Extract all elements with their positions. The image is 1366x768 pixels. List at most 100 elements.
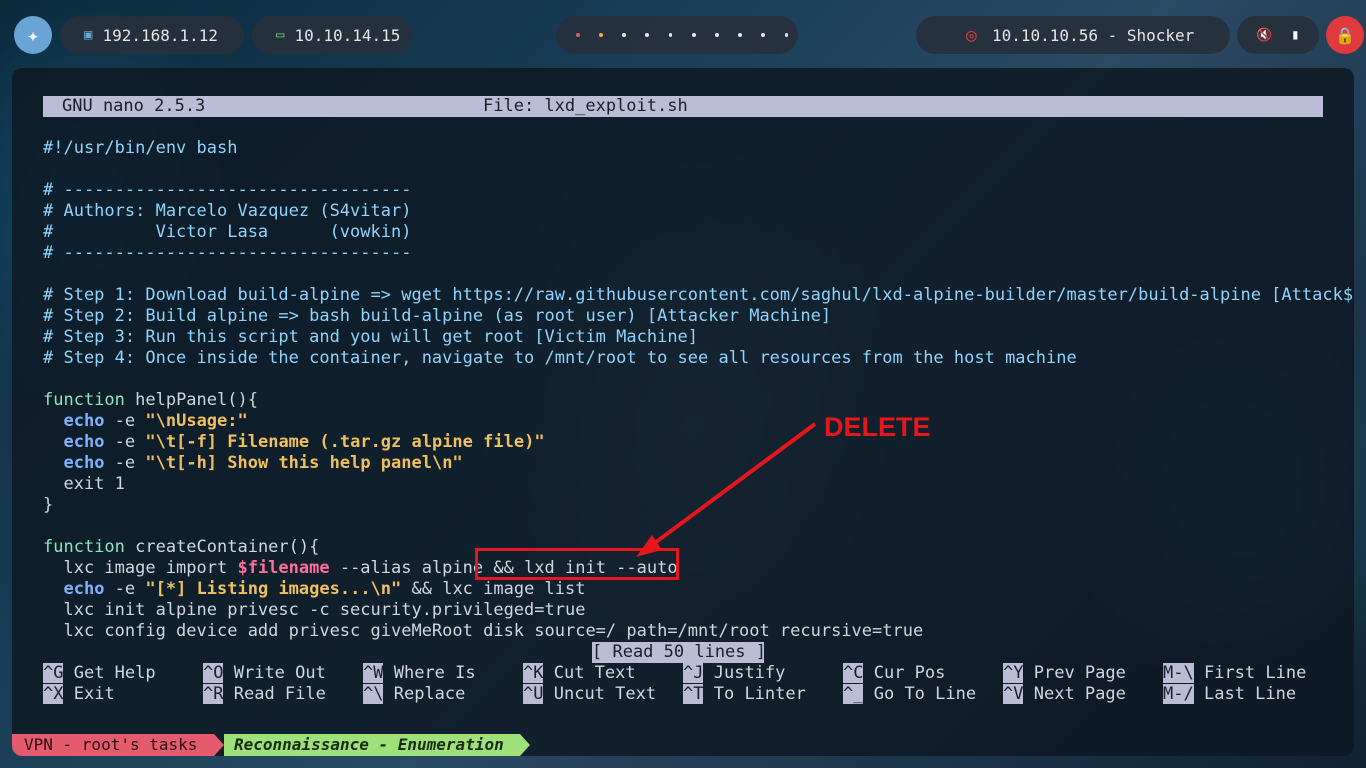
function-name: helpPanel(){ bbox=[124, 390, 258, 410]
keyword: function bbox=[43, 537, 125, 557]
code-line: echo -e "\nUsage:" bbox=[43, 411, 247, 432]
code-line: exit 1 bbox=[43, 474, 125, 494]
top-bar: ✦ ▣ 192.168.1.12 ▭ 10.10.14.15 ◎ 10.10.1… bbox=[0, 0, 1366, 68]
workspace-dot-2[interactable] bbox=[598, 33, 603, 37]
shortcut-label: Write Out bbox=[233, 663, 326, 683]
shortcut-key: ^R bbox=[203, 684, 224, 704]
powerline-separator bbox=[520, 734, 530, 756]
shortcut-label: Justify bbox=[713, 663, 786, 683]
shortcut-write-out[interactable]: ^O Write Out bbox=[203, 663, 326, 684]
shortcut-label: Replace bbox=[393, 684, 466, 704]
shortcut-next-page[interactable]: ^V Next Page bbox=[1003, 684, 1126, 705]
monitor-icon: ▣ bbox=[84, 27, 93, 43]
workspace-dot-9[interactable] bbox=[761, 33, 766, 37]
shortcut-label: Get Help bbox=[73, 663, 156, 683]
code-line: # ---------------------------------- bbox=[43, 243, 412, 263]
shortcut-key: ^_ bbox=[843, 684, 864, 704]
vpn-ip-widget[interactable]: ▭ 10.10.14.15 bbox=[252, 16, 412, 54]
shortcut-exit[interactable]: ^X Exit bbox=[43, 684, 115, 705]
local-ip-widget[interactable]: ▣ 192.168.1.12 bbox=[60, 16, 244, 54]
lock-icon[interactable]: 🔒 bbox=[1326, 16, 1364, 54]
shortcut-label: Go To Line bbox=[873, 684, 977, 704]
code-text: && lxc image list bbox=[401, 579, 586, 599]
code-text: --alias alpine bbox=[329, 558, 494, 578]
workspace-dot-4[interactable] bbox=[645, 33, 650, 37]
target-widget[interactable]: ◎ 10.10.10.56 - Shocker bbox=[916, 16, 1230, 54]
shortcut-go-to-line[interactable]: ^_ Go To Line bbox=[843, 684, 976, 705]
shortcut-key: M-\ bbox=[1163, 663, 1194, 683]
shortcut-label: Last Line bbox=[1203, 684, 1297, 704]
battery-icon[interactable]: ▮ bbox=[1291, 27, 1299, 43]
tmux-window-tab[interactable]: Reconnaissance - Enumeration bbox=[224, 734, 520, 756]
shortcut-last-line[interactable]: M-/ Last Line bbox=[1163, 684, 1296, 705]
shortcut-key: ^C bbox=[843, 663, 864, 683]
code-line: function createContainer(){ bbox=[43, 537, 319, 558]
shortcut-get-help[interactable]: ^G Get Help bbox=[43, 663, 156, 684]
code-line: # Step 3: Run this script and you will g… bbox=[43, 327, 699, 347]
powerline-separator bbox=[214, 734, 224, 756]
flag: -e bbox=[104, 579, 146, 599]
shortcut-key: ^V bbox=[1003, 684, 1024, 704]
code-line: #!/usr/bin/env bash bbox=[43, 138, 238, 158]
variable: $filename bbox=[237, 558, 330, 578]
system-tray: 🔇 ▮ bbox=[1237, 16, 1319, 54]
workspace-dot-6[interactable] bbox=[691, 33, 696, 37]
mute-icon[interactable]: 🔇 bbox=[1256, 28, 1272, 43]
shortcut-key: ^Y bbox=[1003, 663, 1024, 683]
code-line: # Step 2: Build alpine => bash build-alp… bbox=[43, 306, 832, 326]
annotation-highlight-box bbox=[475, 548, 679, 580]
distro-logo-icon[interactable]: ✦ bbox=[14, 16, 52, 54]
shortcut-to-linter[interactable]: ^T To Linter bbox=[683, 684, 806, 705]
workspace-switcher[interactable] bbox=[556, 16, 798, 54]
vpn-ip: 10.10.14.15 bbox=[294, 25, 401, 45]
shortcut-label: First Line bbox=[1203, 663, 1307, 683]
workspace-dot-3[interactable] bbox=[622, 33, 626, 37]
shortcut-uncut-text[interactable]: ^U Uncut Text bbox=[523, 684, 656, 705]
keyword: function bbox=[43, 390, 125, 410]
code-line: # Victor Lasa (vowkin) bbox=[43, 222, 412, 242]
shortcut-where-is[interactable]: ^W Where Is bbox=[363, 663, 476, 684]
terminal-window[interactable]: GNU nano 2.5.3 File: lxd_exploit.sh #!/us… bbox=[12, 68, 1354, 756]
shortcut-label: Where Is bbox=[393, 663, 476, 683]
shortcut-label: Next Page bbox=[1033, 684, 1126, 704]
shortcut-label: Uncut Text bbox=[553, 684, 657, 704]
shortcut-replace[interactable]: ^\ Replace bbox=[363, 684, 465, 705]
shortcut-cur-pos[interactable]: ^C Cur Pos bbox=[843, 663, 945, 684]
command: echo bbox=[63, 432, 105, 452]
function-name: createContainer(){ bbox=[124, 537, 320, 557]
code-line: echo -e "\t[-f] Filename (.tar.gz alpine… bbox=[43, 432, 545, 453]
command: echo bbox=[63, 453, 105, 473]
string: "\t[-f] Filename (.tar.gz alpine file)" bbox=[145, 432, 545, 452]
target-icon: ◎ bbox=[966, 24, 977, 46]
nano-version: GNU nano 2.5.3 bbox=[62, 96, 206, 116]
shortcut-first-line[interactable]: M-\ First Line bbox=[1163, 663, 1306, 684]
shortcut-label: Cut Text bbox=[553, 663, 636, 683]
shortcut-read-file[interactable]: ^R Read File bbox=[203, 684, 326, 705]
shortcut-label: Cur Pos bbox=[873, 663, 946, 683]
nano-status-message: [ Read 50 lines ] bbox=[592, 642, 766, 663]
workspace-dot-7[interactable] bbox=[714, 33, 719, 37]
shortcut-key: ^K bbox=[523, 663, 544, 683]
code-line: # Authors: Marcelo Vazquez (S4vitar) bbox=[43, 201, 412, 221]
shortcut-key: ^T bbox=[683, 684, 704, 704]
shortcut-prev-page[interactable]: ^Y Prev Page bbox=[1003, 663, 1126, 684]
workspace-dot-5[interactable] bbox=[668, 33, 673, 37]
workspace-dot-1[interactable] bbox=[575, 33, 580, 37]
shortcut-cut-text[interactable]: ^K Cut Text bbox=[523, 663, 636, 684]
flag: -e bbox=[104, 411, 146, 431]
code-text: lxc image import bbox=[43, 558, 238, 578]
shortcut-key: ^U bbox=[523, 684, 544, 704]
laptop-icon: ▭ bbox=[276, 27, 285, 43]
workspace-dot-10[interactable] bbox=[784, 33, 789, 37]
flag: -e bbox=[104, 453, 146, 473]
shortcut-label: Read File bbox=[233, 684, 326, 704]
shortcut-key: ^G bbox=[43, 663, 64, 683]
code-line: # Step 1: Download build-alpine => wget … bbox=[43, 285, 1354, 305]
workspace-dot-8[interactable] bbox=[738, 33, 742, 37]
shortcut-key: ^J bbox=[683, 663, 704, 683]
shortcut-label: Prev Page bbox=[1033, 663, 1126, 683]
local-ip: 192.168.1.12 bbox=[102, 25, 219, 45]
code-line: function helpPanel(){ bbox=[43, 390, 258, 411]
tmux-session-tab[interactable]: VPN - root's tasks bbox=[12, 734, 214, 756]
shortcut-justify[interactable]: ^J Justify bbox=[683, 663, 785, 684]
